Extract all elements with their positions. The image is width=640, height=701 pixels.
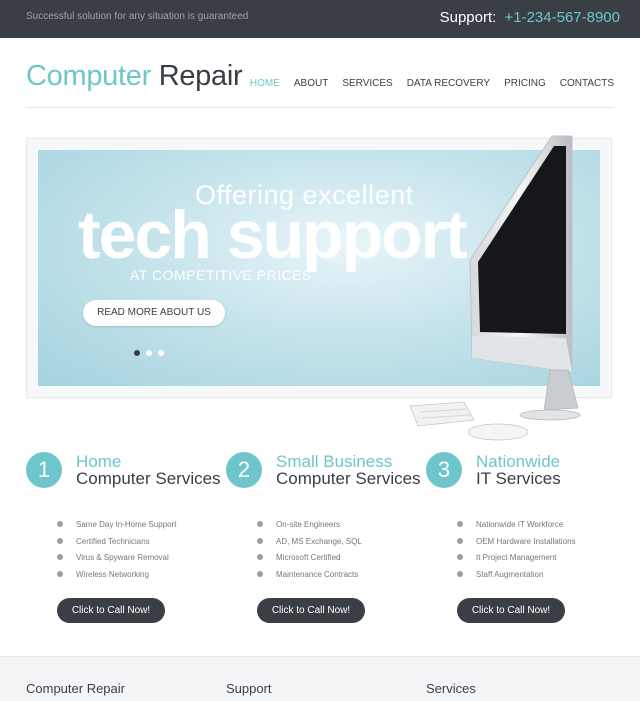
list-item: Certified Technicians — [56, 537, 177, 554]
top-bar: Successful solution for any situation is… — [0, 0, 640, 38]
support-label: Support: — [439, 9, 497, 26]
footer: Computer Repair Support Services — [0, 656, 640, 701]
nav-contacts[interactable]: CONTACTS — [560, 78, 614, 89]
service-number-badge: 2 — [226, 452, 262, 488]
call-now-button[interactable]: Click to Call Now! — [257, 598, 365, 623]
slide-subheadline: AT COMPETITIVE PRICES — [130, 267, 312, 283]
logo-text-computer: Computer — [26, 60, 151, 92]
list-item: Staff Augmentation — [456, 570, 576, 587]
service-list: Nationwide IT Workforce OEM Hardware Ins… — [456, 520, 576, 586]
nav-about[interactable]: ABOUT — [294, 78, 328, 89]
service-list: On-site Engineers AD, MS Exchange, SQL M… — [256, 520, 362, 586]
nav-services[interactable]: SERVICES — [342, 78, 392, 89]
call-now-button[interactable]: Click to Call Now! — [57, 598, 165, 623]
list-item: Same Day In-Home Support — [56, 520, 177, 537]
main-nav: HOME ABOUT SERVICES DATA RECOVERY PRICIN… — [250, 78, 614, 89]
slider-pagination — [134, 350, 164, 356]
call-now-button[interactable]: Click to Call Now! — [457, 598, 565, 623]
list-item: Maintenance Contracts — [256, 570, 362, 587]
nav-home[interactable]: HOME — [250, 78, 280, 89]
service-number-badge: 1 — [26, 452, 62, 488]
read-more-button[interactable]: READ MORE ABOUT US — [83, 300, 225, 326]
service-title: Computer Services — [76, 469, 221, 488]
nav-data-recovery[interactable]: DATA RECOVERY — [407, 78, 490, 89]
logo-text-repair: Repair — [158, 60, 243, 92]
list-item: OEM Hardware Installations — [456, 537, 576, 554]
service-title: Computer Services — [276, 469, 421, 488]
list-item: It Project Management — [456, 553, 576, 570]
support-phone[interactable]: +1-234-567-8900 — [504, 9, 620, 26]
slider-dot-2[interactable] — [146, 350, 152, 356]
service-list: Same Day In-Home Support Certified Techn… — [56, 520, 177, 586]
imac-computer-image — [409, 135, 581, 441]
support-phone-block: Support: +1-234-567-8900 — [440, 9, 620, 26]
service-title: IT Services — [476, 469, 561, 488]
list-item: AD, MS Exchange, SQL — [256, 537, 362, 554]
list-item: Microsoft Certified — [256, 553, 362, 570]
service-number-badge: 3 — [426, 452, 462, 488]
header-divider — [26, 107, 614, 108]
footer-heading-computer-repair: Computer Repair — [26, 681, 125, 696]
nav-pricing[interactable]: PRICING — [504, 78, 546, 89]
footer-heading-support: Support — [226, 681, 272, 696]
list-item: Wireless Networking — [56, 570, 177, 587]
list-item: Virus & Spyware Removal — [56, 553, 177, 570]
tagline: Successful solution for any situation is… — [26, 11, 249, 22]
list-item: On-site Engineers — [256, 520, 362, 537]
footer-heading-services: Services — [426, 681, 476, 696]
list-item: Nationwide IT Workforce — [456, 520, 576, 537]
site-logo[interactable]: Computer Repair — [26, 60, 243, 93]
slider-dot-3[interactable] — [158, 350, 164, 356]
slider-dot-1[interactable] — [134, 350, 140, 356]
